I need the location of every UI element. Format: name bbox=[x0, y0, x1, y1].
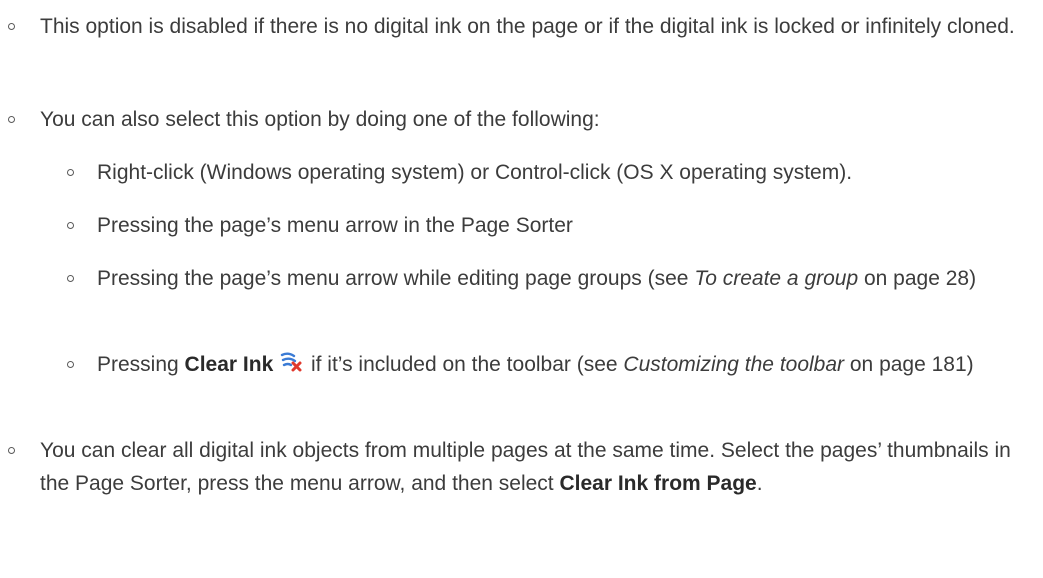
item-text: You can clear all digital ink objects fr… bbox=[40, 434, 1040, 500]
text-segment: . bbox=[756, 472, 763, 495]
bullet-icon bbox=[8, 116, 15, 123]
item-text: You can also select this option by doing… bbox=[40, 108, 600, 131]
text-segment: if it’s included on the toolbar (see bbox=[305, 353, 624, 376]
item-text: Pressing the page’s menu arrow in the Pa… bbox=[97, 214, 573, 237]
bullet-icon bbox=[67, 169, 74, 176]
sublist-item-right-click: Right-click (Windows operating system) o… bbox=[67, 156, 1040, 189]
clear-ink-from-page-label: Clear Ink from Page bbox=[559, 472, 757, 495]
list-item-disabled-note: This option is disabled if there is no d… bbox=[8, 10, 1040, 43]
text-segment: on page 181) bbox=[844, 353, 974, 376]
text-segment: Pressing bbox=[97, 353, 185, 376]
cross-reference-link[interactable]: To create a group bbox=[694, 267, 858, 290]
item-text: Pressing Clear Ink if it’s included on t… bbox=[97, 348, 1040, 381]
sublist-item-page-groups: Pressing the page’s menu arrow while edi… bbox=[67, 262, 1040, 295]
list-item-alternatives: You can also select this option by doing… bbox=[8, 103, 1040, 136]
list-item-multiple-pages: You can clear all digital ink objects fr… bbox=[8, 434, 1040, 500]
sublist-item-clear-ink-toolbar: Pressing Clear Ink if it’s included on t… bbox=[67, 348, 1040, 381]
bullet-icon bbox=[8, 447, 15, 454]
bullet-icon bbox=[67, 222, 74, 229]
bullet-icon bbox=[67, 275, 74, 282]
text-segment: on page 28) bbox=[858, 267, 977, 290]
item-text: This option is disabled if there is no d… bbox=[40, 15, 1015, 38]
clear-ink-icon bbox=[280, 352, 302, 372]
clear-ink-label: Clear Ink bbox=[184, 353, 274, 376]
item-text: Pressing the page’s menu arrow while edi… bbox=[97, 262, 1040, 295]
item-text: Right-click (Windows operating system) o… bbox=[97, 161, 853, 184]
document-page: This option is disabled if there is no d… bbox=[0, 0, 1043, 578]
sublist-item-page-sorter: Pressing the page’s menu arrow in the Pa… bbox=[67, 209, 1040, 242]
cross-reference-link[interactable]: Customizing the toolbar bbox=[623, 353, 844, 376]
bullet-icon bbox=[8, 23, 15, 30]
text-segment: You can clear all digital ink objects fr… bbox=[40, 439, 1011, 495]
bullet-icon bbox=[67, 361, 74, 368]
text-segment: Pressing the page’s menu arrow while edi… bbox=[97, 267, 695, 290]
